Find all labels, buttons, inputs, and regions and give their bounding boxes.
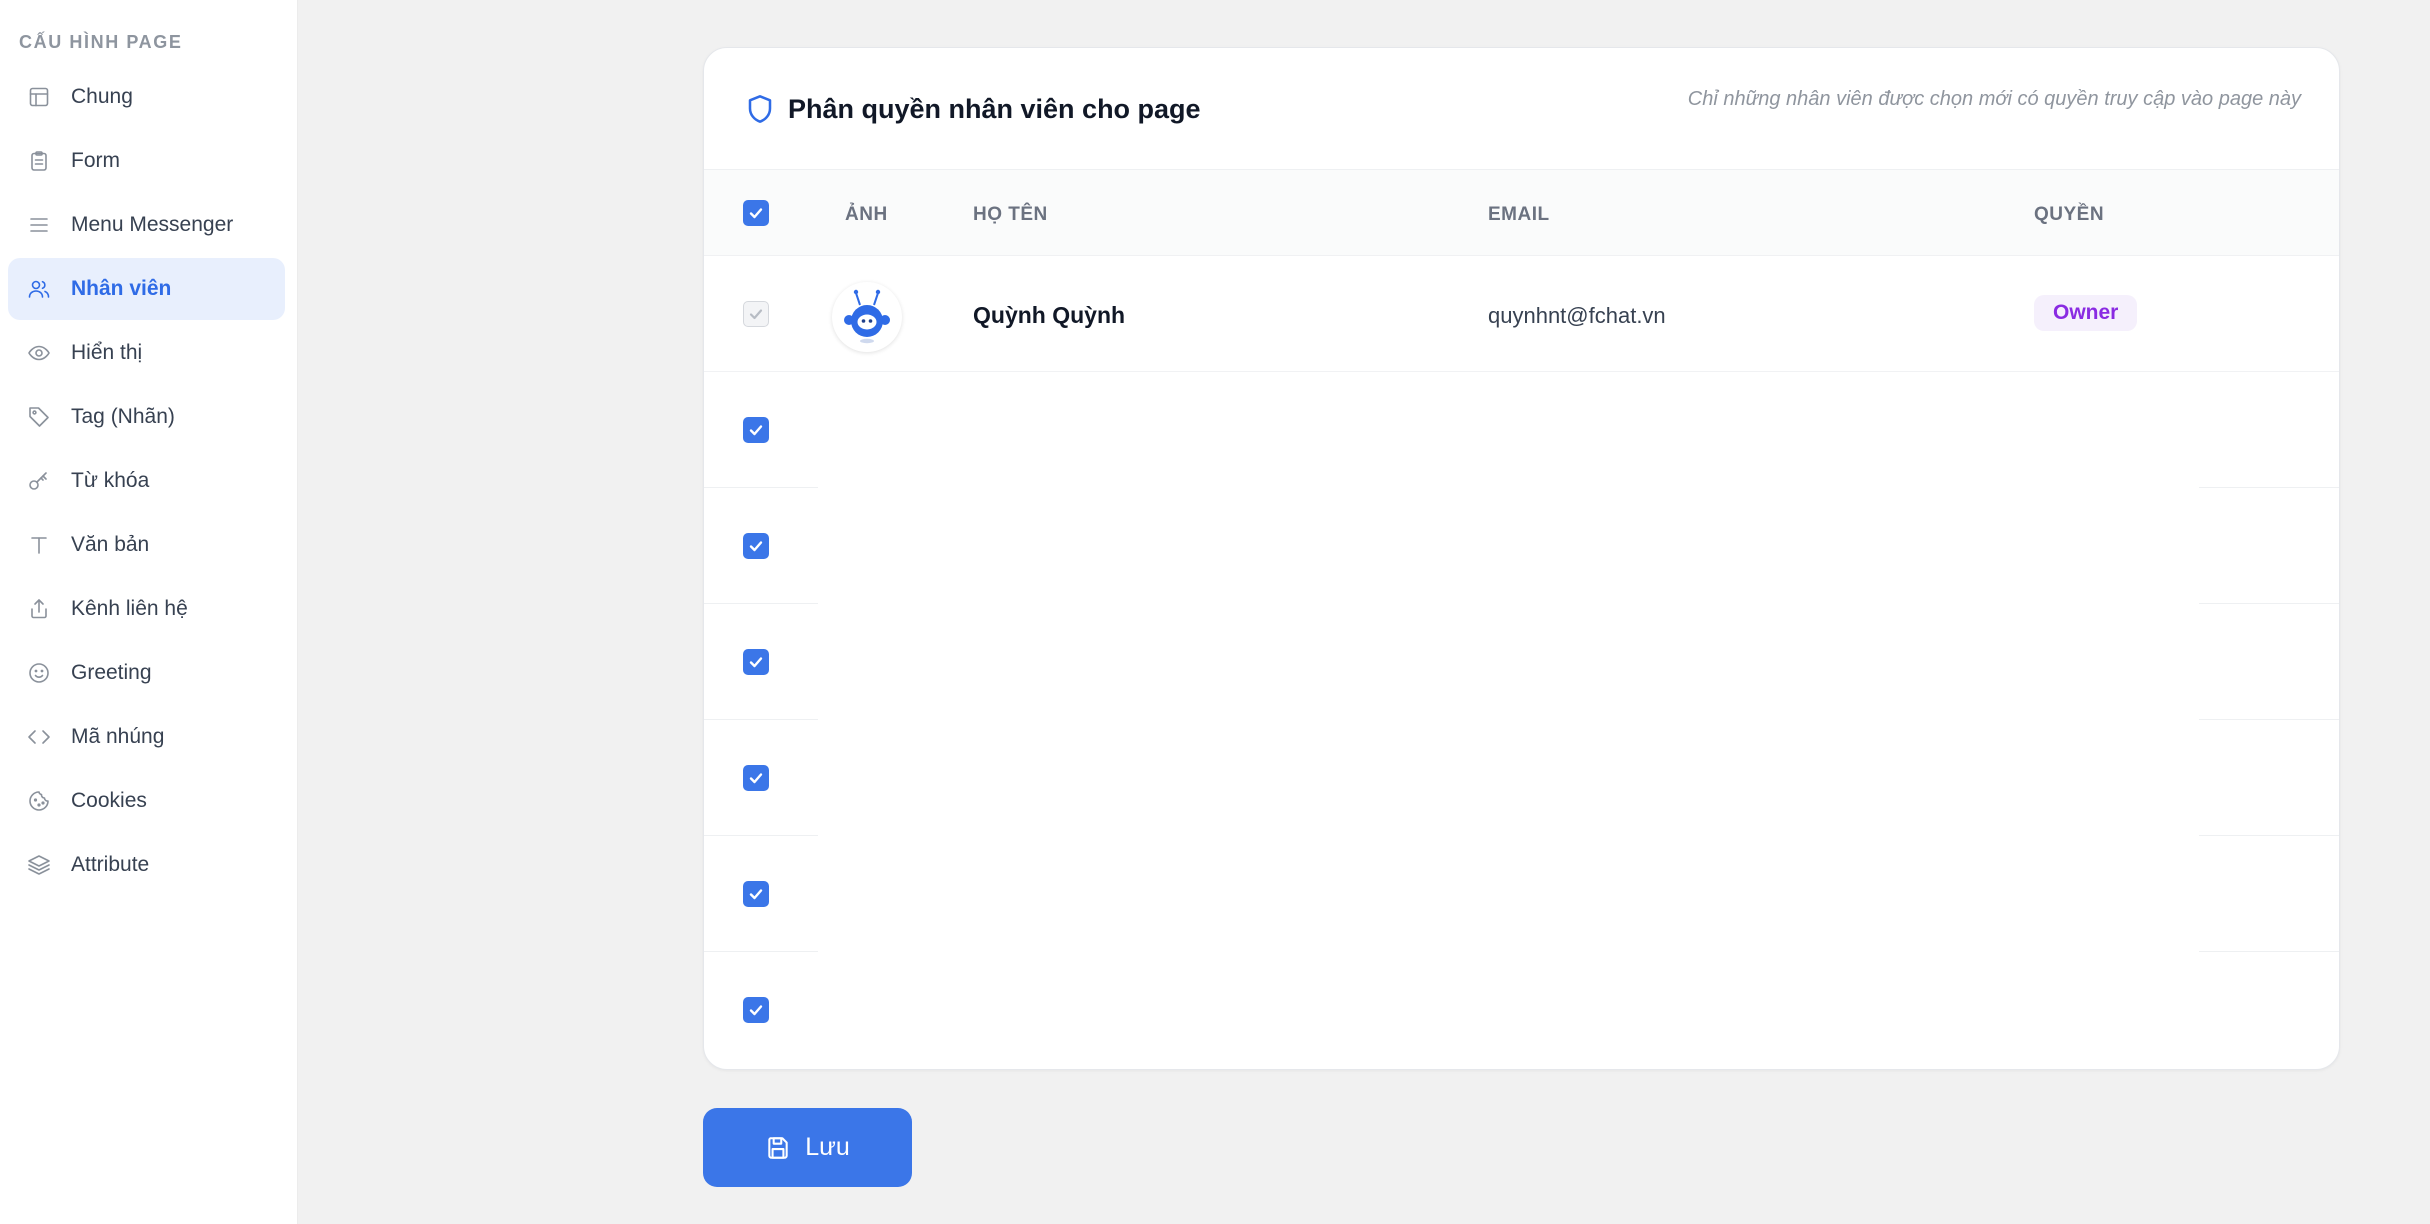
sidebar-item-ma-nhung[interactable]: Mã nhúng	[8, 706, 285, 768]
share-icon	[26, 596, 52, 622]
robot-avatar-icon	[844, 289, 890, 344]
sidebar-item-label: Từ khóa	[71, 469, 150, 492]
layers-icon	[26, 852, 52, 878]
sidebar-item-label: Tag (Nhãn)	[71, 405, 175, 428]
row-checkbox[interactable]	[743, 417, 769, 443]
column-header-name: HỌ TÊN	[973, 204, 1048, 225]
sidebar-item-tu-khoa[interactable]: Từ khóa	[8, 450, 285, 512]
sidebar-item-menu-messenger[interactable]: Menu Messenger	[8, 194, 285, 256]
tag-icon	[26, 404, 52, 430]
key-icon	[26, 468, 52, 494]
staff-email: quynhnt@fchat.vn	[1488, 303, 1666, 328]
column-header-role: QUYỀN	[2034, 204, 2105, 225]
smile-icon	[26, 660, 52, 686]
table-row	[704, 372, 2339, 488]
row-checkbox[interactable]	[743, 881, 769, 907]
table-row	[704, 720, 2339, 836]
sidebar-item-tag[interactable]: Tag (Nhãn)	[8, 386, 285, 448]
sidebar-item-label: Kênh liên hệ	[71, 597, 188, 620]
sidebar-item-hien-thi[interactable]: Hiển thị	[8, 322, 285, 384]
clipboard-icon	[26, 148, 52, 174]
staff-name: Quỳnh Quỳnh	[973, 302, 1126, 328]
sidebar-item-van-ban[interactable]: Văn bản	[8, 514, 285, 576]
save-button[interactable]: Lưu	[703, 1108, 912, 1187]
text-icon	[26, 532, 52, 558]
table-row	[704, 604, 2339, 720]
column-header-email: EMAIL	[1488, 204, 1550, 225]
sidebar-nav: Chung Form Menu Messenger Nhân viên Hiển…	[8, 66, 285, 898]
sidebar-heading: CẤU HÌNH PAGE	[19, 32, 183, 52]
save-icon	[768, 1136, 788, 1159]
sidebar-item-nhan-vien[interactable]: Nhân viên	[8, 258, 285, 320]
sidebar-item-kenh-lien-he[interactable]: Kênh liên hệ	[8, 578, 285, 640]
row-checkbox[interactable]	[743, 649, 769, 675]
table-row	[704, 836, 2339, 952]
sidebar-item-form[interactable]: Form	[8, 130, 285, 192]
select-all-checkbox[interactable]	[743, 200, 769, 226]
table-row: Quỳnh Quỳnh quynhnt@fchat.vn Owner	[704, 256, 2339, 372]
sidebar-item-cookies[interactable]: Cookies	[8, 770, 285, 832]
table-row	[704, 488, 2339, 604]
staff-permission-card: Phân quyền nhân viên cho page Chỉ những …	[703, 47, 2340, 1070]
sidebar-item-label: Chung	[71, 85, 133, 108]
sidebar: CẤU HÌNH PAGE Chung Form Menu Messenger …	[0, 0, 298, 1224]
row-checkbox[interactable]	[743, 997, 769, 1023]
avatar	[832, 282, 902, 352]
sidebar-item-attribute[interactable]: Attribute	[8, 834, 285, 896]
card-hint: Chỉ những nhân viên được chọn mới có quy…	[1687, 88, 2301, 110]
card-header: Phân quyền nhân viên cho page Chỉ những …	[704, 48, 2339, 170]
sidebar-item-label: Mã nhúng	[71, 725, 165, 748]
column-header-avatar: ẢNH	[845, 204, 888, 225]
table-header: ẢNH HỌ TÊN EMAIL QUYỀN	[704, 170, 2339, 256]
sidebar-item-label: Menu Messenger	[71, 213, 234, 236]
sidebar-item-label: Greeting	[71, 661, 152, 684]
sidebar-item-label: Văn bản	[71, 533, 150, 556]
code-icon	[26, 724, 52, 750]
sidebar-item-label: Cookies	[71, 789, 147, 812]
row-checkbox[interactable]	[743, 533, 769, 559]
eye-icon	[26, 340, 52, 366]
sidebar-item-label: Hiển thị	[71, 341, 143, 364]
shield-icon	[744, 93, 776, 125]
save-button-label: Lưu	[805, 1133, 850, 1161]
menu-icon	[26, 212, 52, 238]
sidebar-item-label: Form	[71, 149, 120, 172]
row-checkbox-disabled	[743, 301, 769, 327]
card-title: Phân quyền nhân viên cho page	[788, 94, 1201, 124]
sidebar-item-label: Nhân viên	[71, 277, 172, 300]
role-badge: Owner	[2034, 295, 2138, 331]
sidebar-item-greeting[interactable]: Greeting	[8, 642, 285, 704]
row-checkbox[interactable]	[743, 765, 769, 791]
layout-icon	[26, 84, 52, 110]
cookie-icon	[26, 788, 52, 814]
sidebar-item-label: Attribute	[71, 853, 150, 876]
users-icon	[26, 276, 52, 302]
table-row	[704, 952, 2339, 1068]
sidebar-item-chung[interactable]: Chung	[8, 66, 285, 128]
